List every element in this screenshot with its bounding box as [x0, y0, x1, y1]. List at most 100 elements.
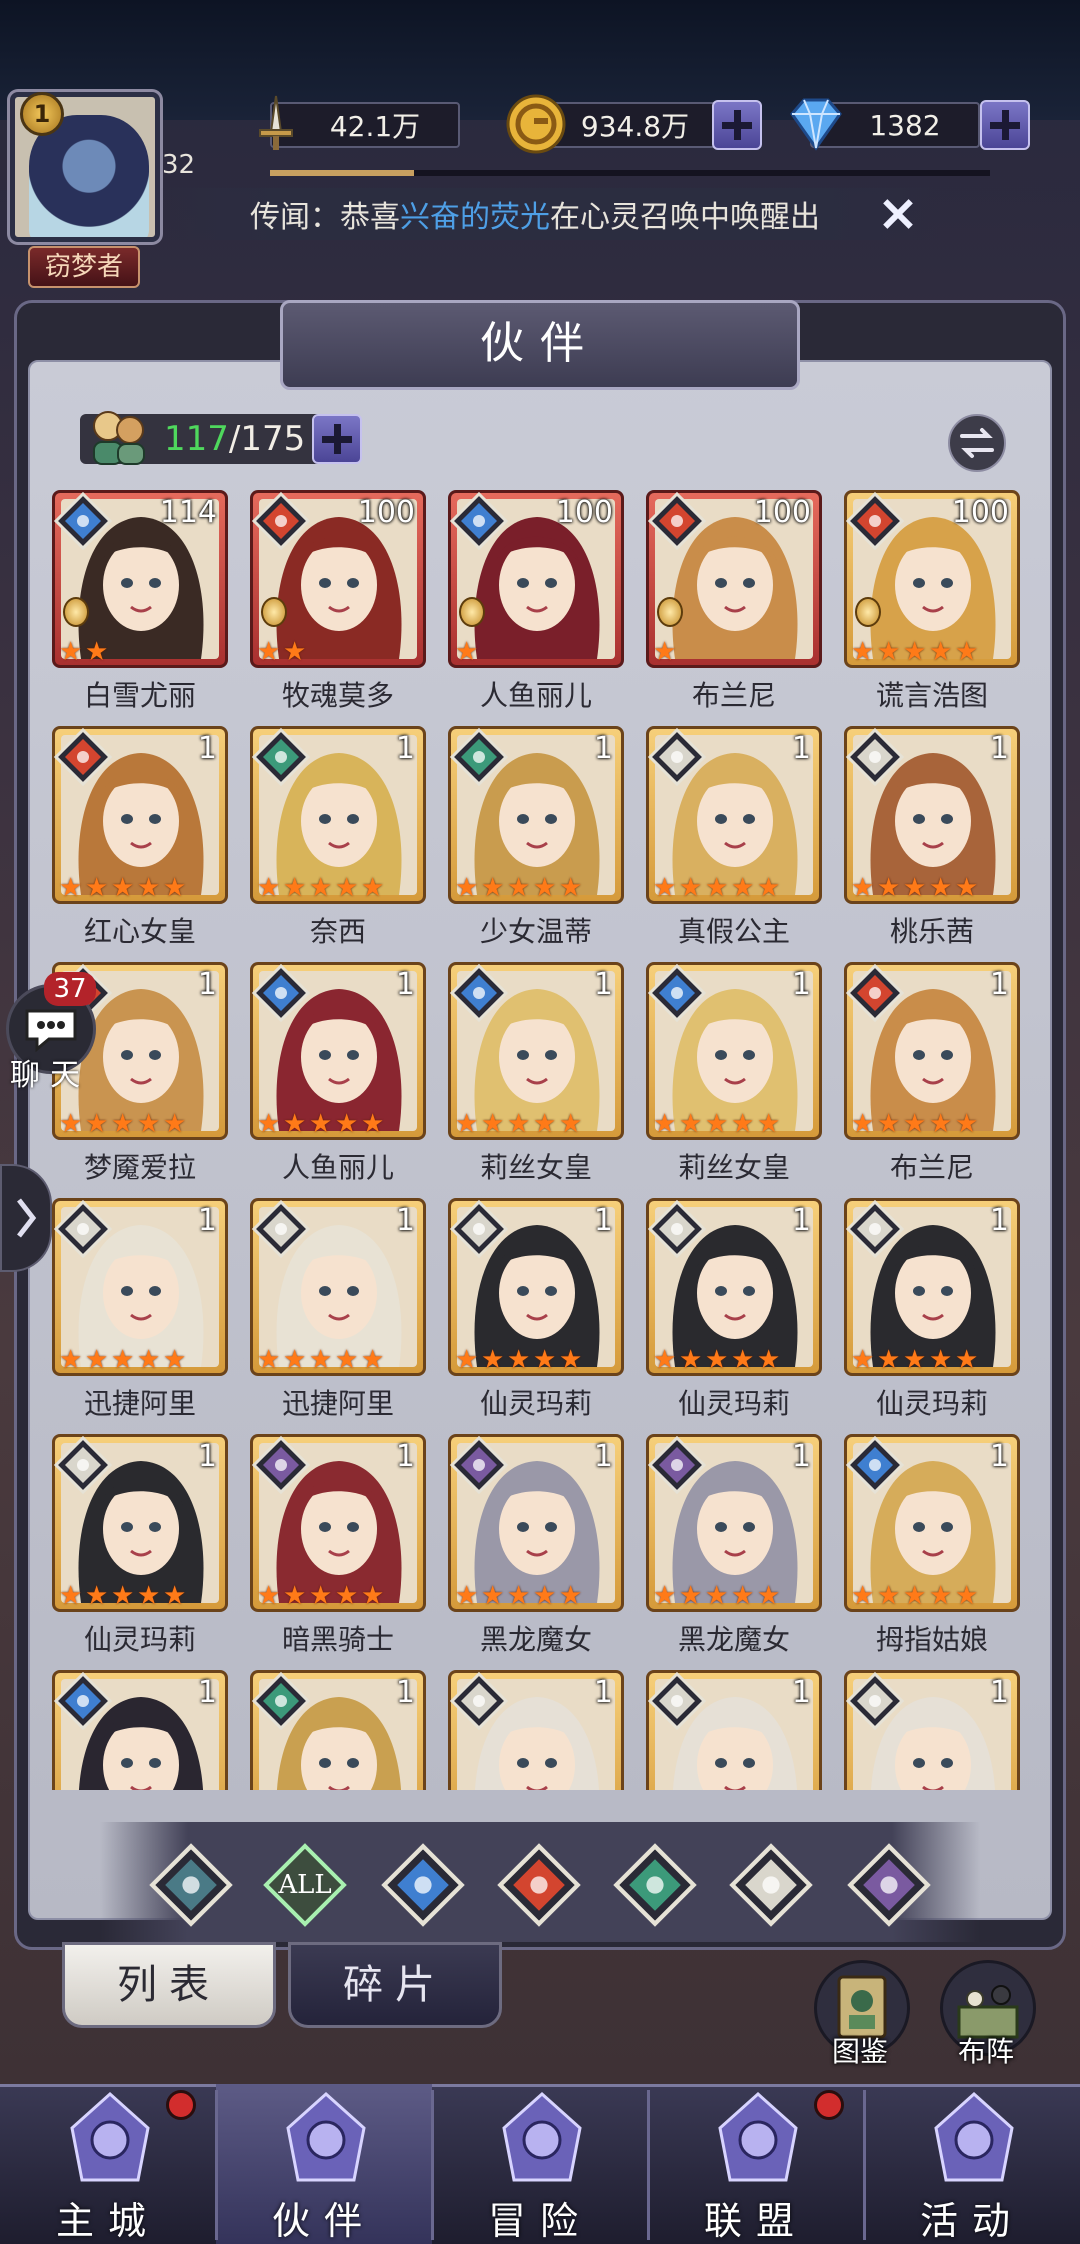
- star-icon: ★: [533, 1109, 557, 1139]
- hero-card[interactable]: 100 ★ ★: [250, 490, 426, 668]
- star-rating: ★ ★ ★ ★ ★: [257, 1583, 387, 1609]
- shield-icon: [708, 2088, 808, 2188]
- add-gold-button[interactable]: [712, 100, 762, 150]
- close-icon[interactable]: [880, 196, 916, 232]
- star-icon: ★: [163, 1109, 187, 1139]
- star-icon: ★: [85, 1581, 109, 1611]
- gem-bar: 1382: [790, 98, 980, 151]
- hero-card[interactable]: 1 ★ ★ ★ ★ ★: [250, 726, 426, 904]
- light-element-icon: [845, 1671, 905, 1731]
- hero-name: 少女温蒂: [479, 915, 592, 948]
- hero-card[interactable]: 114 ★ ★: [52, 490, 228, 668]
- hero-count-badge: 1: [593, 1675, 613, 1710]
- star-icon: ★: [257, 637, 281, 667]
- hero-count-badge: 1: [395, 1675, 415, 1710]
- hero-card[interactable]: 1 ★ ★ ★ ★ ★: [646, 726, 822, 904]
- hero-card[interactable]: 100 ★: [448, 490, 624, 668]
- star-icon: ★: [59, 1109, 83, 1139]
- star-icon: ★: [851, 637, 875, 667]
- nav-item-1[interactable]: 伙伴: [216, 2084, 432, 2244]
- star-icon: ★: [335, 873, 359, 903]
- star-rating: ★ ★ ★ ★ ★: [59, 1583, 189, 1609]
- codex-label: 图鉴: [831, 2035, 888, 2068]
- filter-light[interactable]: [728, 1842, 814, 1928]
- star-icon: ★: [335, 1109, 359, 1139]
- sort-button[interactable]: [948, 414, 1006, 472]
- hero-name: 仙灵玛莉: [677, 1387, 790, 1420]
- star-icon: ★: [335, 1581, 359, 1611]
- hero-card[interactable]: 1 ★ ★ ★ ★ ★: [646, 1434, 822, 1612]
- hero-card[interactable]: 1 ★ ★ ★ ★ ★: [448, 1198, 624, 1376]
- hero-card[interactable]: 1: [52, 1670, 228, 1790]
- hero-card[interactable]: 1 ★ ★ ★ ★ ★: [646, 962, 822, 1140]
- star-icon: ★: [283, 1109, 307, 1139]
- star-icon: ★: [877, 1345, 901, 1375]
- hero-card[interactable]: 1 ★ ★ ★ ★ ★: [448, 1434, 624, 1612]
- hero-card[interactable]: 1 ★ ★ ★ ★ ★: [844, 1434, 1020, 1612]
- filter-all[interactable]: ALL: [262, 1842, 348, 1928]
- light-element-icon: [647, 1671, 707, 1731]
- hero-count-badge: 100: [951, 495, 1009, 530]
- water-element-icon: [380, 1842, 466, 1932]
- star-icon: ★: [955, 1109, 979, 1139]
- hero-card[interactable]: 1 ★ ★ ★ ★ ★: [844, 1198, 1020, 1376]
- hero-count-badge: 1: [197, 1203, 217, 1238]
- hero-card[interactable]: 1: [646, 1670, 822, 1790]
- star-icon: ★: [705, 1581, 729, 1611]
- fire-element-icon: [647, 491, 707, 551]
- wind-element-icon: [449, 727, 509, 787]
- hero-card[interactable]: 1 ★ ★ ★ ★ ★: [844, 962, 1020, 1140]
- star-icon: ★: [653, 637, 677, 667]
- hero-count-badge: 1: [791, 1675, 811, 1710]
- star-icon: ★: [705, 873, 729, 903]
- hero-name: 暗黑骑士: [281, 1623, 394, 1656]
- star-rating: ★ ★ ★ ★ ★: [653, 1583, 783, 1609]
- hero-count-badge: 1: [989, 1675, 1009, 1710]
- star-icon: ★: [455, 1581, 479, 1611]
- chat-label: 聊天: [10, 1058, 90, 1093]
- filter-wind[interactable]: [612, 1842, 698, 1928]
- star-icon: ★: [731, 1581, 755, 1611]
- star-icon: ★: [559, 873, 583, 903]
- add-gem-button[interactable]: [980, 100, 1030, 150]
- chevron-right-icon: [17, 1198, 37, 1238]
- hero-card[interactable]: 1 ★ ★ ★ ★ ★: [646, 1198, 822, 1376]
- hero-card[interactable]: 1 ★ ★ ★ ★ ★: [250, 1434, 426, 1612]
- hero-card[interactable]: 1 ★ ★ ★ ★ ★: [52, 1434, 228, 1612]
- filter-dark[interactable]: [846, 1842, 932, 1928]
- medal-icon: [63, 597, 89, 627]
- hero-card[interactable]: 1 ★ ★ ★ ★ ★: [448, 726, 624, 904]
- star-icon: ★: [731, 873, 755, 903]
- hero-card[interactable]: 1: [844, 1670, 1020, 1790]
- hero-card[interactable]: 1 ★ ★ ★ ★ ★: [448, 962, 624, 1140]
- tab-list[interactable]: 列表: [62, 1942, 276, 2028]
- hero-card[interactable]: 1: [250, 1670, 426, 1790]
- hero-card[interactable]: 1 ★ ★ ★ ★ ★: [250, 962, 426, 1140]
- hero-card[interactable]: 100 ★: [646, 490, 822, 668]
- dark-element-icon: [846, 1842, 932, 1932]
- star-icon: ★: [929, 1109, 953, 1139]
- hero-card[interactable]: 1 ★ ★ ★ ★ ★: [52, 1198, 228, 1376]
- hero-card[interactable]: 100 ★ ★ ★ ★ ★: [844, 490, 1020, 668]
- hero-card[interactable]: 1 ★ ★ ★ ★ ★: [250, 1198, 426, 1376]
- star-icon: ★: [903, 1345, 927, 1375]
- star-icon: ★: [361, 873, 385, 903]
- nav-item-2[interactable]: 冒险: [432, 2084, 648, 2244]
- tab-shards[interactable]: 碎片: [288, 1942, 502, 2028]
- hero-card[interactable]: 1 ★ ★ ★ ★ ★: [52, 726, 228, 904]
- nav-label: 主城: [55, 2199, 160, 2243]
- hero-name: 人鱼丽儿: [479, 679, 592, 712]
- star-icon: ★: [533, 873, 557, 903]
- nav-item-4[interactable]: 活动: [864, 2084, 1080, 2244]
- star-rating: ★ ★ ★ ★ ★: [455, 1111, 585, 1137]
- expand-slots-button[interactable]: [312, 414, 362, 464]
- nav-label: 联盟: [703, 2199, 808, 2243]
- filter-water[interactable]: [380, 1842, 466, 1928]
- hero-card[interactable]: 1 ★ ★ ★ ★ ★: [844, 726, 1020, 904]
- player-title-badge[interactable]: 窃梦者: [28, 246, 140, 288]
- star-icon: ★: [903, 873, 927, 903]
- filter-nature[interactable]: [148, 1842, 234, 1928]
- hero-card[interactable]: 1: [448, 1670, 624, 1790]
- star-icon: ★: [679, 873, 703, 903]
- filter-fire[interactable]: [496, 1842, 582, 1928]
